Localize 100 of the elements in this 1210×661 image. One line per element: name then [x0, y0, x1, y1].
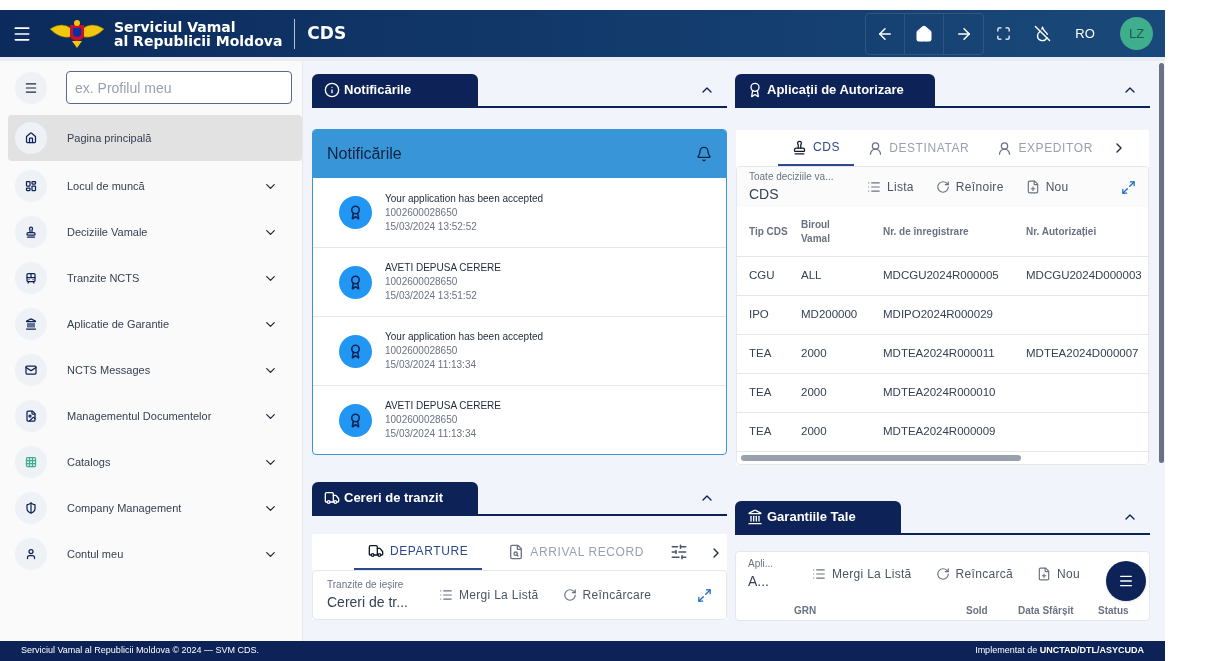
table-row[interactable]: TEA 2000 MDTEA2024R000011 MDTEA2024D000007 [737, 335, 1148, 374]
column-header: Nr. Autorizației [1026, 225, 1098, 239]
user-icon [868, 140, 884, 156]
column-header: Nr. de înregistrare [883, 225, 970, 239]
notification-item[interactable]: AVETI DEPUSA CERERE 1002600028650 15/03/2024 13:51:52 [313, 247, 726, 316]
filter-select[interactable]: Tranzite de ieșire Cereri de tr... [327, 577, 415, 613]
sidebar-item[interactable]: Tranzite NCTS [8, 255, 302, 301]
home-icon [915, 24, 933, 43]
sidebar-item[interactable]: Managementul Documentelor [8, 393, 302, 439]
filter-select[interactable]: Toate deciziile va... CDS [749, 169, 845, 205]
table-cell-text: TEA [749, 346, 773, 362]
table-cell-text: MDTEA2024D000007 [1026, 346, 1139, 362]
menu-item-icon [25, 410, 37, 422]
sidebar-item[interactable]: Company Management [8, 485, 302, 531]
menu-item-icon [25, 364, 37, 376]
transit-tab[interactable]: DEPARTURE [354, 534, 483, 570]
column-header: Status [1098, 604, 1130, 618]
reload-button[interactable]: Reînoire [935, 178, 1004, 196]
truck-icon [324, 490, 340, 506]
menu-icon [1118, 573, 1134, 589]
menu-item-icon [25, 548, 37, 560]
coat-of-arms-icon [48, 18, 106, 49]
stamp-icon [792, 139, 807, 155]
sidebar-item[interactable]: Pagina principală [8, 115, 302, 161]
bell-icon [696, 146, 712, 162]
copyright-text: Serviciul Vamal al Republicii Moldova © 2024 — SVM CDS. [21, 644, 260, 658]
notification-message: Your application has been accepted [385, 330, 544, 344]
menu-item-icon [25, 318, 37, 330]
sidebar-menu-button[interactable] [15, 71, 47, 104]
notification-message: Your application has been accepted [385, 191, 544, 206]
expand-icon[interactable] [697, 587, 712, 603]
table-cell-text: 2000 [801, 424, 828, 440]
notification-time: 15/03/2024 11:13:34 [385, 358, 477, 372]
table-cell-text: TEA [749, 424, 773, 440]
reload-icon [935, 180, 950, 194]
user-icon [997, 140, 1013, 156]
column-header: Biroul Vamal [801, 217, 831, 246]
expand-icon[interactable] [1121, 179, 1136, 195]
notification-time: 15/03/2024 13:52:52 [385, 219, 478, 234]
list-icon [867, 180, 881, 194]
reload-button[interactable]: Reîncarcă [935, 565, 1013, 583]
table-cell-text: TEA [749, 385, 773, 401]
sidebar-item[interactable]: Catalogs [8, 439, 302, 485]
bank-icon [747, 509, 763, 525]
table-cell-text: MDTEA2024R000010 [883, 385, 997, 401]
column-header: GRN [794, 604, 818, 618]
table-cell-text: MDCGU2024D000003 [1026, 268, 1142, 284]
implemented-by-text: Implementat de UNCTAD/DTL/ASYCUDA [975, 644, 1144, 658]
sliders-icon[interactable] [670, 543, 689, 561]
sidebar-item[interactable]: Aplicatie de Garantie [8, 301, 302, 347]
notification-time: 15/03/2024 13:51:52 [385, 289, 478, 303]
list-button[interactable]: Mergi La Listă [812, 565, 912, 583]
sidebar-item[interactable]: Deciziile Vamale [8, 209, 302, 255]
table-cell-text: 2000 [801, 385, 828, 401]
notification-number: 1002600028650 [385, 275, 459, 289]
table-cell-text: MDTEA2024R000011 [883, 346, 996, 362]
notification-item[interactable]: AVETI DEPUSA CERERE 1002600028650 15/03/2024 11:13:34 [313, 385, 726, 454]
menu-item-icon [25, 502, 37, 514]
table-row[interactable]: TEA 2000 MDTEA2024R000009 [737, 413, 1148, 452]
new-document-icon [1037, 567, 1051, 581]
fullscreen-icon [996, 26, 1011, 41]
reload-icon [935, 567, 950, 581]
column-header: Sold [966, 604, 989, 618]
notification-item[interactable]: Your application has been accepted 1002600028650 15/03/2024 11:13:34 [313, 316, 726, 385]
list-button[interactable]: Lista [867, 178, 914, 196]
notifications-card-title: Notificările [327, 144, 402, 164]
table-cell-text: MDIPO2024R000029 [883, 307, 994, 323]
new-button[interactable]: Nou [1025, 178, 1069, 196]
notification-number: 1002600028650 [385, 413, 459, 427]
panel-title: Notificările [344, 81, 412, 100]
table-row[interactable]: TEA 2000 MDTEA2024R000010 [737, 374, 1148, 413]
table-row[interactable]: CGU ALL MDCGU2024R000005 MDCGU2024D000003 [737, 257, 1148, 296]
menu-item-icon [25, 132, 37, 144]
new-document-icon [1025, 180, 1040, 194]
list-button[interactable]: Mergi La Listă [439, 586, 539, 604]
droplet-off-icon [1034, 25, 1051, 42]
table-cell-text: MDCGU2024R000005 [883, 268, 1000, 284]
sidebar-item[interactable]: Contul meu [8, 531, 302, 577]
horizontal-scrollbar[interactable] [741, 455, 1021, 461]
notification-item[interactable]: Your application has been accepted 1002600028650 15/03/2024 13:52:52 [313, 178, 726, 247]
new-button[interactable]: Nou [1037, 565, 1080, 583]
document-search-icon [508, 544, 525, 560]
table-cell-text: ALL [801, 268, 823, 284]
sidebar-item[interactable]: NCTS Messages [8, 347, 302, 393]
sidebar-item[interactable]: Locul de muncă [8, 163, 302, 209]
search-field[interactable]: ex. Profilul meu [66, 71, 292, 104]
table-cell-text: MD200000 [801, 307, 859, 323]
reload-button[interactable]: Reîncărcare [562, 586, 652, 604]
table-cell-text: CGU [749, 268, 776, 284]
language-button[interactable]: RO [1062, 13, 1108, 54]
notification-time: 15/03/2024 11:13:34 [385, 427, 477, 441]
menu-item-icon [25, 272, 37, 284]
notification-message: AVETI DEPUSA CERERE [385, 399, 501, 413]
menu-item-icon [25, 180, 37, 192]
panel-title: Garantiile Tale [767, 508, 856, 527]
column-header: Data Sfârșit [1018, 604, 1075, 618]
table-row[interactable]: IPO MD200000 MDIPO2024R000029 [737, 296, 1148, 335]
menu-icon [24, 80, 38, 95]
filter-select[interactable]: Apli... A... [748, 556, 788, 592]
vertical-scrollbar[interactable] [1159, 63, 1164, 463]
